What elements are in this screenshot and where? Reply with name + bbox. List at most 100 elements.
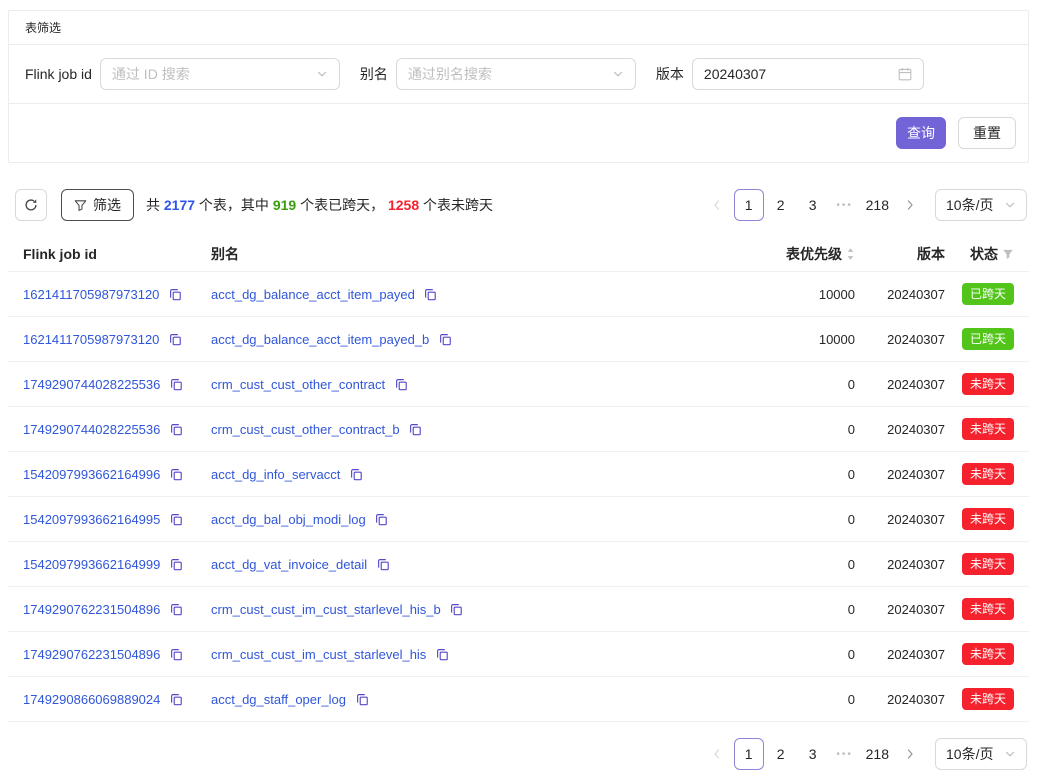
copy-icon[interactable] [170,603,183,616]
alias-cell: acct_dg_bal_obj_modi_log [203,497,623,542]
table-row: 1542097993662164996 acct_dg_info_servacc… [8,452,1029,497]
flink-job-id-link[interactable]: 1749290866069889024 [23,692,160,707]
version-cell: 20240307 [863,407,953,452]
priority-cell: 10000 [623,272,863,317]
flink-job-id-link[interactable]: 1542097993662164995 [23,512,160,527]
flink-job-id-link[interactable]: 1621411705987973120 [23,332,159,347]
copy-icon[interactable] [170,558,183,571]
summary-text: 共 2177 个表，其中 919 个表已跨天， 1258 个表未跨天 [146,195,493,215]
page-button-3[interactable]: 3 [798,189,828,221]
table-header-row: Flink job id 别名 表优先级 版本 状态 [8,237,1029,272]
copy-icon[interactable] [375,513,388,526]
copy-icon[interactable] [170,468,183,481]
table-row: 1749290744028225536 crm_cust_cust_other_… [8,407,1029,452]
alias-link[interactable]: crm_cust_cust_other_contract_b [211,422,400,437]
page-size-select[interactable]: 10条/页 [935,189,1027,221]
sort-icon[interactable] [846,247,855,261]
copy-icon[interactable] [395,378,408,391]
priority-cell: 0 [623,677,863,722]
flink-job-id-link[interactable]: 1749290744028225536 [23,422,160,437]
id-cell: 1542097993662164999 [8,542,203,587]
page-button-last[interactable]: 218 [862,738,893,770]
copy-icon[interactable] [169,333,182,346]
alias-link[interactable]: acct_dg_bal_obj_modi_log [211,512,366,527]
flink-job-id-link[interactable]: 1542097993662164999 [23,557,160,572]
flink-job-id-label: Flink job id [25,66,92,82]
chevron-down-icon [612,68,624,80]
filter-card: 表筛选 Flink job id 通过 ID 搜索 别名 通过别名搜索 版本 [8,10,1029,163]
flink-job-id-link[interactable]: 1749290762231504896 [23,602,160,617]
copy-icon[interactable] [169,288,182,301]
status-badge: 未跨天 [962,598,1014,620]
column-header-priority[interactable]: 表优先级 [623,237,863,272]
page-button-last[interactable]: 218 [862,189,893,221]
table-row: 1749290762231504896 crm_cust_cust_im_cus… [8,587,1029,632]
alias-link[interactable]: acct_dg_staff_oper_log [211,692,346,707]
page-button-1[interactable]: 1 [734,738,764,770]
status-badge: 未跨天 [962,553,1014,575]
copy-icon[interactable] [350,468,363,481]
copy-icon[interactable] [356,693,369,706]
prev-page-button[interactable] [702,189,732,221]
copy-icon[interactable] [409,423,422,436]
next-page-button[interactable] [895,738,925,770]
alias-label: 别名 [360,64,388,84]
status-badge: 未跨天 [962,463,1014,485]
column-header-status[interactable]: 状态 [953,237,1029,272]
flink-job-id-link[interactable]: 1542097993662164996 [23,467,160,482]
alias-link[interactable]: crm_cust_cust_im_cust_starlevel_his_b [211,602,441,617]
copy-icon[interactable] [439,333,452,346]
copy-icon[interactable] [170,513,183,526]
id-cell: 1542097993662164996 [8,452,203,497]
alias-link[interactable]: acct_dg_info_servacct [211,467,340,482]
alias-link[interactable]: acct_dg_balance_acct_item_payed [211,287,415,302]
filter-button[interactable]: 筛选 [61,189,134,221]
summary-uncrossed-count: 1258 [388,197,419,213]
copy-icon[interactable] [450,603,463,616]
pagination-ellipsis[interactable]: ••• [830,738,860,770]
alias-cell: crm_cust_cust_im_cust_starlevel_his_b [203,587,623,632]
status-badge: 未跨天 [962,508,1014,530]
pagination-ellipsis[interactable]: ••• [830,189,860,221]
column-filter-icon[interactable] [1002,248,1014,260]
version-value: 20240307 [704,66,890,82]
reset-button[interactable]: 重置 [958,117,1016,149]
status-badge: 未跨天 [962,643,1014,665]
query-button[interactable]: 查询 [896,117,946,149]
copy-icon[interactable] [424,288,437,301]
copy-icon[interactable] [170,378,183,391]
alias-link[interactable]: acct_dg_vat_invoice_detail [211,557,367,572]
flink-job-id-select[interactable]: 通过 ID 搜索 [100,58,340,90]
page-button-2[interactable]: 2 [766,189,796,221]
page-size-select[interactable]: 10条/页 [935,738,1027,770]
filter-button-label: 筛选 [93,195,121,215]
id-cell: 1749290762231504896 [8,587,203,632]
flink-job-id-link[interactable]: 1749290744028225536 [23,377,160,392]
version-date-input[interactable]: 20240307 [692,58,924,90]
flink-job-id-link[interactable]: 1621411705987973120 [23,287,159,302]
table-row: 1749290744028225536 crm_cust_cust_other_… [8,362,1029,407]
copy-icon[interactable] [377,558,390,571]
status-badge: 未跨天 [962,418,1014,440]
filter-card-title: 表筛选 [9,11,1028,45]
page-button-2[interactable]: 2 [766,738,796,770]
alias-link[interactable]: crm_cust_cust_im_cust_starlevel_his [211,647,426,662]
alias-link[interactable]: crm_cust_cust_other_contract [211,377,385,392]
alias-select[interactable]: 通过别名搜索 [396,58,636,90]
next-page-button[interactable] [895,189,925,221]
priority-cell: 0 [623,542,863,587]
prev-page-button[interactable] [702,738,732,770]
flink-job-id-link[interactable]: 1749290762231504896 [23,647,160,662]
refresh-button[interactable] [15,189,47,221]
id-cell: 1749290744028225536 [8,362,203,407]
copy-icon[interactable] [170,423,183,436]
status-badge: 未跨天 [962,688,1014,710]
copy-icon[interactable] [170,693,183,706]
filter-actions-row: 查询 重置 [9,104,1028,162]
page-button-1[interactable]: 1 [734,189,764,221]
page-button-3[interactable]: 3 [798,738,828,770]
pagination-bottom: 1 2 3 ••• 218 10条/页 [0,738,1027,770]
alias-link[interactable]: acct_dg_balance_acct_item_payed_b [211,332,429,347]
copy-icon[interactable] [170,648,183,661]
copy-icon[interactable] [436,648,449,661]
